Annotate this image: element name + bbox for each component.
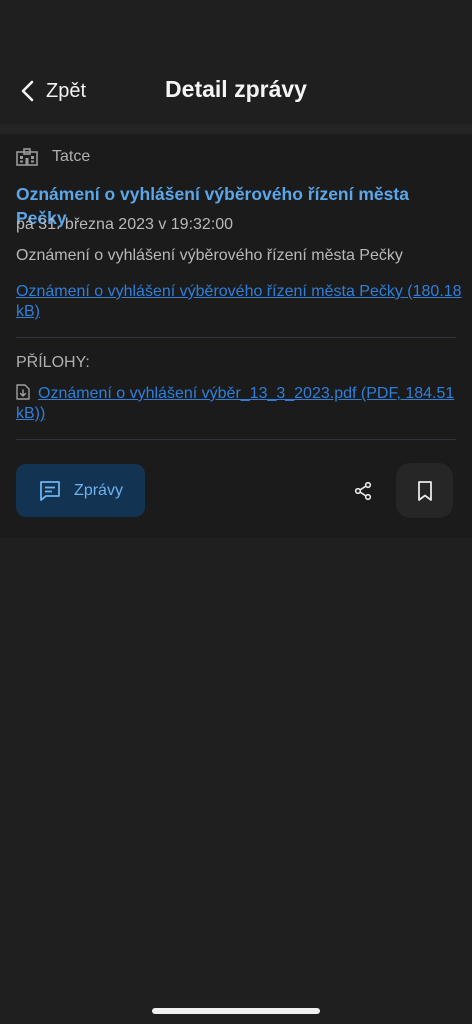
share-button[interactable] — [344, 472, 382, 510]
bookmark-icon — [417, 480, 432, 501]
home-indicator[interactable] — [152, 1008, 320, 1014]
attachment-item[interactable]: Oznámení o vyhlášení výběr_13_3_2023.pdf… — [16, 384, 462, 424]
file-download-icon — [16, 384, 30, 400]
messages-button-label: Zprávy — [74, 481, 123, 499]
attachments-heading: PŘÍLOHY: — [16, 354, 90, 371]
divider — [16, 439, 456, 440]
school-building-icon — [16, 148, 38, 166]
chat-bubble-icon — [40, 480, 60, 501]
action-bar: Zprávy — [0, 463, 472, 520]
source-row: Tatce — [16, 146, 90, 168]
source-label: Tatce — [52, 148, 91, 165]
screen: Zpět Detail zprávy Tatce Oznámení o vyhl… — [0, 0, 472, 1024]
page-title: Detail zprávy — [165, 76, 307, 102]
header-separator — [0, 124, 472, 134]
share-icon — [354, 481, 372, 501]
message-date: pá 31. března 2023 v 19:32:00 — [16, 216, 234, 233]
bookmark-button[interactable] — [396, 463, 453, 518]
divider — [16, 337, 456, 338]
app-header: Zpět Detail zprávy — [0, 0, 472, 124]
message-card: Tatce Oznámení o vyhlášení výběrového ří… — [0, 134, 472, 538]
message-body: Oznámení o vyhlášení výběrového řízení m… — [16, 247, 403, 264]
attachment-link[interactable]: Oznámení o vyhlášení výběr_13_3_2023.pdf… — [16, 385, 454, 422]
message-link[interactable]: Oznámení o vyhlášení výběrového řízení m… — [16, 282, 462, 322]
messages-button[interactable]: Zprávy — [16, 464, 145, 517]
